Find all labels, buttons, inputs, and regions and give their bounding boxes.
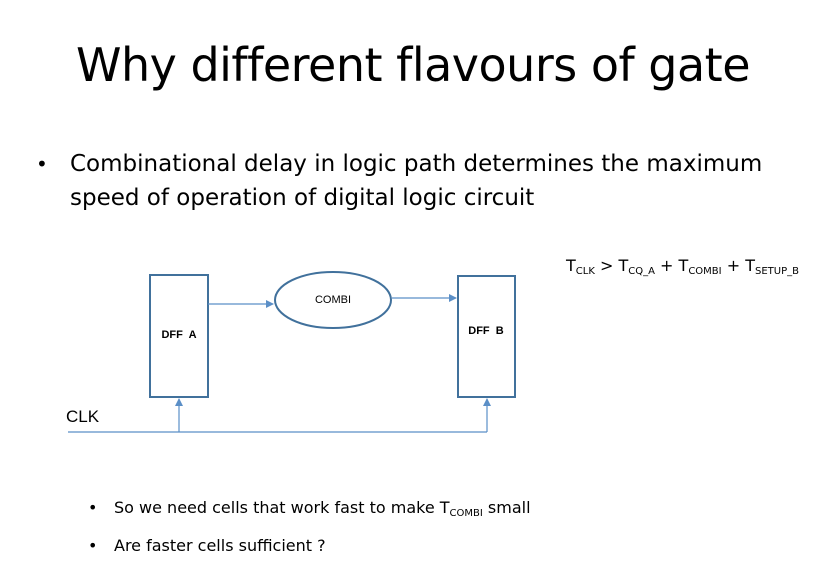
bullet-marker: • — [88, 498, 98, 517]
sub-bullet-text: So we need cells that work fast to make … — [114, 498, 531, 519]
clk-label: CLK — [66, 407, 100, 426]
dff-a-label: DFF A — [161, 329, 196, 341]
bullet-marker: • — [88, 536, 98, 555]
dff-b-label: DFF B — [468, 325, 503, 337]
combi-label: COMBI — [315, 294, 351, 306]
sub-bullet-text: Are faster cells sufficient ? — [114, 536, 326, 555]
